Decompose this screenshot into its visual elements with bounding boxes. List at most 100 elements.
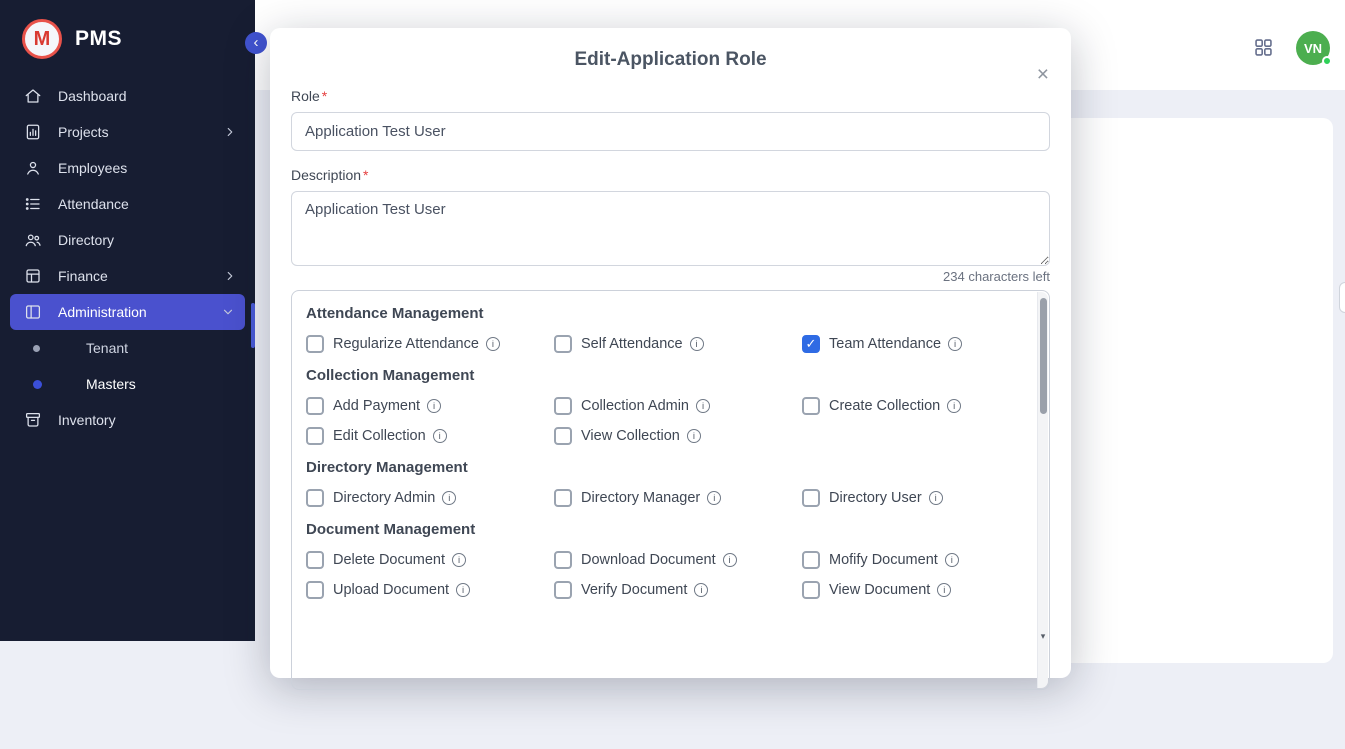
- sidebar-item-label: Attendance: [58, 196, 129, 212]
- checkbox[interactable]: [554, 335, 572, 353]
- permission-label: Add Payment: [333, 398, 420, 414]
- sidebar-item-attendance[interactable]: Attendance: [0, 186, 255, 222]
- sidebar-item-directory[interactable]: Directory: [0, 222, 255, 258]
- list-icon: [24, 195, 42, 213]
- sidebar-collapse-button[interactable]: ‹: [245, 32, 267, 54]
- chevron-left-icon: ‹: [254, 34, 259, 51]
- permission-label: Upload Document: [333, 582, 449, 598]
- permission-section-title: Attendance Management: [306, 305, 1017, 322]
- avatar-initials: VN: [1304, 41, 1322, 56]
- checkbox[interactable]: [554, 489, 572, 507]
- permission-label: View Document: [829, 582, 930, 598]
- info-icon[interactable]: i: [433, 429, 447, 443]
- permission-create-collection: Create Collectioni: [802, 397, 1017, 415]
- active-route-indicator: [251, 303, 255, 348]
- permission-label: Collection Admin: [581, 398, 689, 414]
- scrollbar-thumb[interactable]: [1040, 298, 1047, 414]
- permission-section-title: Collection Management: [306, 367, 1017, 384]
- checkbox[interactable]: [306, 489, 324, 507]
- info-icon[interactable]: i: [929, 491, 943, 505]
- role-label: Role*: [291, 88, 327, 104]
- permission-section-title: Document Management: [306, 521, 1017, 538]
- info-icon[interactable]: i: [948, 337, 962, 351]
- sidebar-item-label: Directory: [58, 232, 114, 248]
- sidebar-item-label: Finance: [58, 268, 108, 284]
- permission-regularize-attendance: Regularize Attendancei: [306, 335, 554, 353]
- checkbox[interactable]: [554, 427, 572, 445]
- checkbox[interactable]: [554, 551, 572, 569]
- info-icon[interactable]: i: [687, 429, 701, 443]
- info-icon[interactable]: i: [945, 553, 959, 567]
- scroll-down-arrow-icon[interactable]: ▾: [1038, 631, 1048, 642]
- checkbox-checked[interactable]: ✓: [802, 335, 820, 353]
- sidebar-item-administration[interactable]: Administration: [10, 294, 245, 330]
- checkbox[interactable]: [802, 489, 820, 507]
- chevron-right-icon: [223, 269, 237, 283]
- permission-collection-admin: Collection Admin i: [554, 397, 802, 415]
- permission-section: Collection ManagementAdd PaymentiCollect…: [306, 367, 1017, 445]
- sidebar-item-label: Dashboard: [58, 88, 127, 104]
- info-icon[interactable]: i: [486, 337, 500, 351]
- permission-delete-document: Delete Documenti: [306, 551, 554, 569]
- permission-section-title: Directory Management: [306, 459, 1017, 476]
- permission-team-attendance: ✓ Team Attendance i: [802, 335, 1017, 353]
- app-name: PMS: [75, 27, 122, 51]
- chevron-down-icon: [221, 305, 235, 319]
- close-icon[interactable]: ×: [1037, 64, 1049, 85]
- role-input[interactable]: [291, 112, 1050, 151]
- checkbox[interactable]: [802, 581, 820, 599]
- permission-label: Team Attendance: [829, 336, 941, 352]
- checkbox[interactable]: [554, 397, 572, 415]
- info-icon[interactable]: i: [442, 491, 456, 505]
- info-icon[interactable]: i: [694, 583, 708, 597]
- checkbox[interactable]: [306, 335, 324, 353]
- info-icon[interactable]: i: [696, 399, 710, 413]
- info-icon[interactable]: i: [690, 337, 704, 351]
- info-icon[interactable]: i: [723, 553, 737, 567]
- checkbox[interactable]: [306, 581, 324, 599]
- sidebar-item-dashboard[interactable]: Dashboard: [0, 78, 255, 114]
- checkbox[interactable]: [306, 551, 324, 569]
- sidebar-item-tenant[interactable]: Tenant: [0, 330, 255, 366]
- sidebar-item-projects[interactable]: Projects: [0, 114, 255, 150]
- permission-directory-manager: Directory Manageri: [554, 489, 802, 507]
- info-icon[interactable]: i: [456, 583, 470, 597]
- apps-grid-icon[interactable]: [1253, 37, 1274, 63]
- checkbox[interactable]: [554, 581, 572, 599]
- permission-label: Mofify Document: [829, 552, 938, 568]
- search-input[interactable]: [1339, 282, 1345, 313]
- checkbox[interactable]: [802, 397, 820, 415]
- description-label: Description*: [291, 167, 368, 183]
- description-label-text: Description: [291, 167, 361, 183]
- sidebar-item-inventory[interactable]: Inventory: [0, 402, 255, 438]
- avatar[interactable]: VN: [1296, 31, 1330, 65]
- sidebar-item-finance[interactable]: Finance: [0, 258, 255, 294]
- permission-grid: Directory AdminiDirectory ManageriDirect…: [306, 489, 1017, 507]
- permission-verify-document: Verify Documenti: [554, 581, 802, 599]
- info-icon[interactable]: i: [937, 583, 951, 597]
- checkbox[interactable]: [306, 397, 324, 415]
- info-icon[interactable]: i: [452, 553, 466, 567]
- info-icon[interactable]: i: [427, 399, 441, 413]
- scrollbar[interactable]: ▾: [1037, 292, 1048, 688]
- sidebar-nav: Dashboard ProjectsEmployees Attendance Dire…: [0, 78, 255, 438]
- sidebar-item-masters[interactable]: Masters: [0, 366, 255, 402]
- info-icon[interactable]: i: [707, 491, 721, 505]
- permissions-list: Attendance Management Regularize Attendan…: [292, 291, 1049, 612]
- required-asterisk: *: [363, 167, 368, 183]
- checkbox[interactable]: [306, 427, 324, 445]
- permission-label: View Collection: [581, 428, 680, 444]
- modal-title: Edit-Application Role: [291, 28, 1050, 71]
- description-textarea[interactable]: Application Test User: [291, 191, 1050, 266]
- pms-logo-icon: M: [22, 19, 62, 59]
- checkbox[interactable]: [802, 551, 820, 569]
- info-icon[interactable]: i: [947, 399, 961, 413]
- description-field: Description* Application Test User 234 c…: [291, 167, 1050, 284]
- sidebar: M PMS Dashboard ProjectsEmployees Attendan…: [0, 0, 255, 641]
- chars-left-counter: 234 characters left: [291, 269, 1050, 284]
- permission-label: Self Attendance: [581, 336, 683, 352]
- permission-grid: Add PaymentiCollection AdminiCreate Coll…: [306, 397, 1017, 445]
- sidebar-item-employees[interactable]: Employees: [0, 150, 255, 186]
- permission-edit-collection: Edit Collectioni: [306, 427, 554, 445]
- sidebar-item-label: Inventory: [58, 412, 116, 428]
